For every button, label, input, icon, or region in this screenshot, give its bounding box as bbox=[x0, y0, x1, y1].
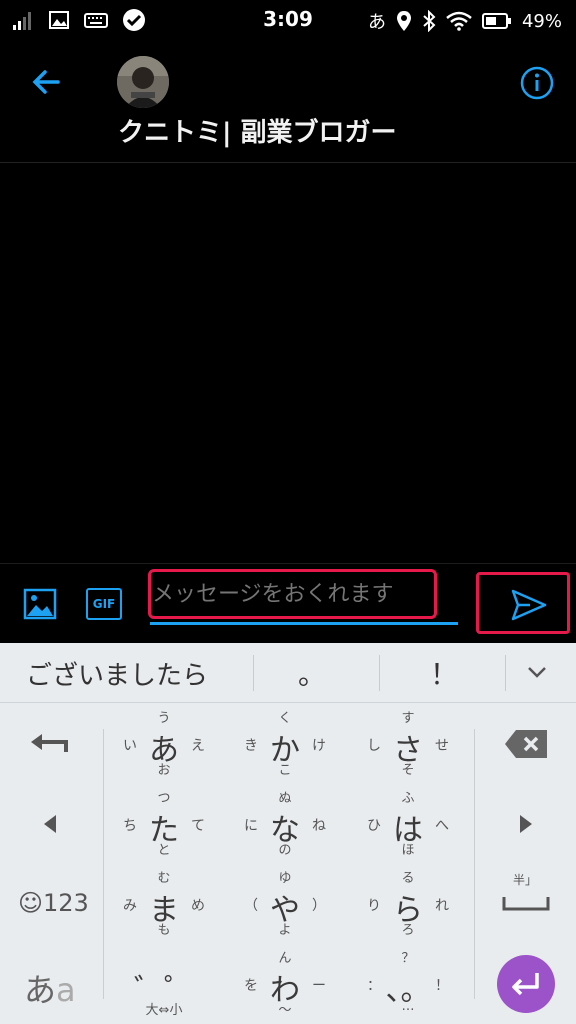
kana-up: す bbox=[401, 711, 415, 726]
kana-key[interactable]: くかこきけ bbox=[230, 703, 340, 783]
kana-left: ひ bbox=[367, 818, 381, 834]
kana-right: ね bbox=[312, 818, 326, 834]
kana-left: し bbox=[367, 738, 381, 754]
kana-up: む bbox=[157, 871, 171, 886]
chevron-down-icon[interactable] bbox=[522, 657, 552, 687]
battery-percent: 49% bbox=[521, 10, 562, 32]
kana-down: … bbox=[401, 999, 415, 1014]
kana-up: る bbox=[401, 871, 415, 886]
divider bbox=[505, 655, 506, 691]
bluetooth-icon bbox=[423, 10, 436, 32]
kana-key[interactable]: んわ〜をー bbox=[230, 943, 340, 1023]
suggestion-period[interactable]: 。 bbox=[298, 653, 326, 693]
kana-up: ぬ bbox=[278, 791, 292, 806]
kana-key[interactable]: すさそしせ bbox=[353, 703, 463, 783]
back-arrow-icon[interactable] bbox=[28, 64, 64, 100]
divider bbox=[103, 729, 104, 999]
conversation-title: クニトミ| 副業ブロガー bbox=[118, 118, 397, 148]
backspace-icon[interactable] bbox=[504, 729, 548, 759]
cursor-right-icon[interactable] bbox=[516, 813, 536, 835]
kana-key[interactable]: ぬなのにね bbox=[230, 783, 340, 863]
kana-down: よ bbox=[278, 923, 292, 938]
battery-icon bbox=[481, 13, 511, 29]
kana-left: ： bbox=[367, 978, 381, 994]
kana-key[interactable]: ゆやよ（） bbox=[230, 863, 340, 943]
kana-right: て bbox=[191, 818, 205, 834]
kana-left: （ bbox=[244, 898, 258, 914]
suggestion-bar: ございましたら 。 ！ bbox=[0, 643, 576, 703]
message-input[interactable] bbox=[152, 574, 432, 614]
mode-label-hiragana: あ bbox=[24, 971, 57, 1009]
keyboard: ☺123 あa うあおいえくかこきけすさそしせつたとちてぬなのにねふはほひへむま… bbox=[0, 703, 576, 1024]
conversation-header: クニトミ| 副業ブロガー bbox=[0, 40, 576, 163]
kana-key[interactable]: ゛゜ 大⇔小 bbox=[109, 943, 219, 1023]
image-icon[interactable] bbox=[22, 586, 58, 622]
kana-right: せ bbox=[435, 738, 449, 754]
kana-key[interactable]: るらろりれ bbox=[353, 863, 463, 943]
kana-left: ち bbox=[123, 818, 137, 834]
kana-down: ほ bbox=[401, 843, 415, 858]
kana-down: の bbox=[278, 843, 292, 858]
kana-left: き bbox=[244, 738, 258, 754]
kana-left: を bbox=[244, 978, 258, 994]
suggestion-primary[interactable]: ございましたら bbox=[26, 655, 208, 692]
send-icon[interactable] bbox=[510, 588, 548, 622]
kana-key[interactable]: うあおいえ bbox=[109, 703, 219, 783]
enter-icon bbox=[512, 973, 539, 996]
kana-down: と bbox=[157, 843, 171, 858]
kana-right: め bbox=[191, 898, 205, 914]
mode-key-hiragana[interactable]: あa bbox=[24, 965, 76, 1011]
kana-right: け bbox=[312, 738, 326, 754]
kana-left: い bbox=[123, 738, 137, 754]
kana-left: み bbox=[123, 898, 137, 914]
kana-up: ふ bbox=[401, 791, 415, 806]
kana-left: に bbox=[244, 818, 258, 834]
location-icon bbox=[396, 11, 411, 31]
space-hint: 半」 bbox=[513, 873, 538, 887]
wifi-icon bbox=[446, 11, 472, 31]
suggestion-exclaim[interactable]: ！ bbox=[430, 653, 458, 693]
kana-right: へ bbox=[435, 818, 449, 834]
divider bbox=[379, 655, 380, 691]
enter-button[interactable] bbox=[497, 955, 555, 1013]
kana-down: こ bbox=[278, 763, 292, 778]
divider bbox=[474, 729, 475, 999]
mode-label-alpha: a bbox=[56, 971, 76, 1009]
kana-right: ） bbox=[312, 898, 326, 914]
kana-right: え bbox=[191, 738, 205, 754]
avatar[interactable] bbox=[117, 56, 169, 108]
ime-indicator: あ bbox=[367, 12, 386, 33]
kana-key[interactable]: つたとちて bbox=[109, 783, 219, 863]
kana-down: 〜 bbox=[278, 1003, 292, 1018]
kana-up: ん bbox=[278, 951, 292, 966]
kana-up: つ bbox=[157, 791, 171, 806]
kana-key[interactable]: ふはほひへ bbox=[353, 783, 463, 863]
input-underline bbox=[150, 622, 458, 625]
status-bar: 3:09 あ 49% bbox=[0, 0, 576, 40]
space-icon[interactable] bbox=[502, 895, 550, 913]
emoji-number-key[interactable]: ☺123 bbox=[18, 889, 89, 917]
kana-up: ゆ bbox=[278, 871, 292, 886]
cursor-left-icon[interactable] bbox=[40, 813, 60, 835]
undo-arrow-icon[interactable] bbox=[26, 729, 74, 755]
message-composer: GIF bbox=[0, 563, 576, 643]
kana-right: ！ bbox=[435, 978, 449, 994]
kana-up: く bbox=[278, 711, 292, 726]
kana-down: も bbox=[157, 923, 171, 938]
kana-right: れ bbox=[435, 898, 449, 914]
kana-key[interactable]: ？、。…：！ bbox=[353, 943, 463, 1023]
kana-key[interactable]: むまもみめ bbox=[109, 863, 219, 943]
kana-up: う bbox=[157, 711, 171, 726]
gif-button[interactable]: GIF bbox=[86, 588, 122, 620]
kana-down: お bbox=[157, 763, 171, 778]
divider bbox=[253, 655, 254, 691]
kana-left: り bbox=[367, 898, 381, 914]
kana-down: ろ bbox=[401, 923, 415, 938]
message-list bbox=[0, 163, 576, 563]
kana-right: ー bbox=[312, 978, 326, 994]
kana-up: ？ bbox=[401, 951, 415, 966]
info-icon[interactable] bbox=[520, 66, 554, 100]
kana-down: 大⇔小 bbox=[145, 1003, 183, 1018]
kana-down: そ bbox=[401, 763, 415, 778]
